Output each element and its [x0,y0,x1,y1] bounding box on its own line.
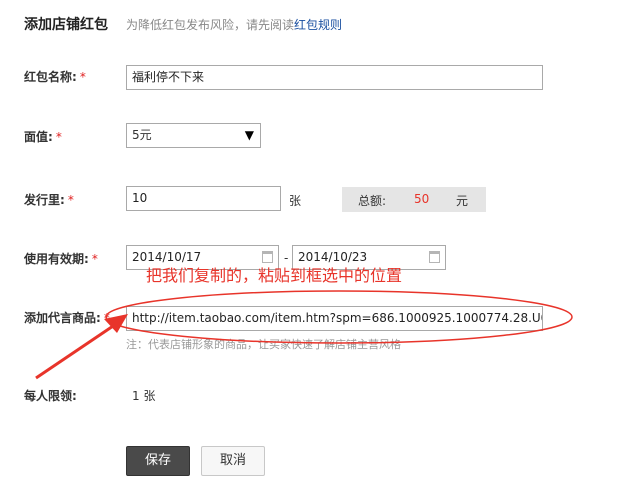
highlight-ellipse [105,290,573,344]
annotation-overlay [35,290,573,380]
arrow-line [35,318,123,380]
